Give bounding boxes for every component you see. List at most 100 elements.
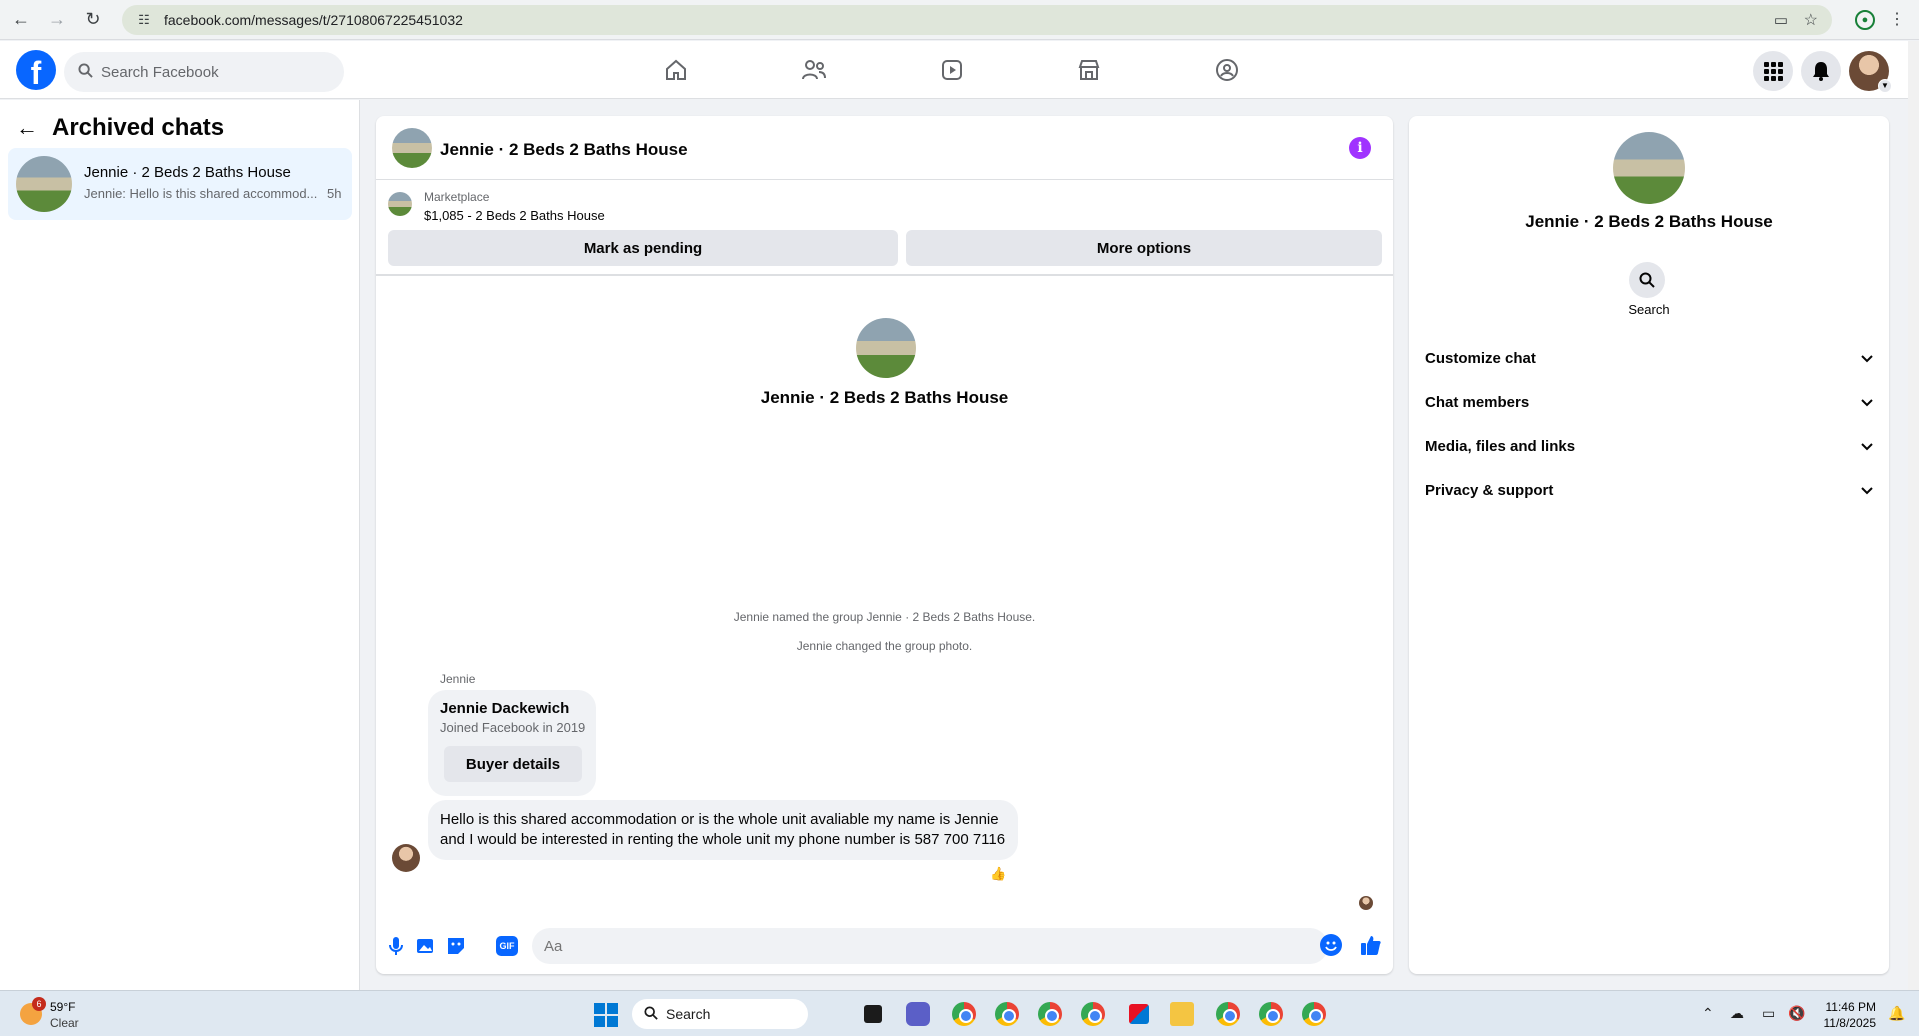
chat-preview: Jennie: Hello is this shared accommod...… [84, 186, 341, 201]
facebook-logo-icon[interactable]: f [16, 50, 56, 90]
chat-avatar [16, 156, 72, 212]
back-arrow-icon[interactable]: ← [16, 115, 38, 141]
install-app-icon[interactable]: ▭ [1774, 11, 1788, 29]
clock-time[interactable]: 11:46 PM [1820, 1000, 1876, 1014]
chevron-down-icon [1861, 482, 1873, 499]
conversation-header: Jennie · 2 Beds 2 Baths House i [376, 116, 1393, 180]
file-explorer-icon[interactable] [1170, 1002, 1194, 1026]
thumbs-up-reaction-icon[interactable]: 👍 [990, 866, 1006, 882]
chrome-profile-icon[interactable] [1216, 1002, 1240, 1026]
snipping-tool-icon[interactable] [1129, 1004, 1149, 1024]
site-settings-icon[interactable]: ☷ [130, 12, 158, 28]
taskbar-search-label: Search [666, 1006, 711, 1022]
chrome-profile-icon[interactable] [1038, 1002, 1062, 1026]
page-scrollbar[interactable] [1908, 41, 1919, 990]
browser-menu-icon[interactable]: ⋮ [1889, 9, 1905, 29]
more-options-button[interactable]: More options [906, 230, 1382, 266]
chrome-profile-icon[interactable] [1259, 1002, 1283, 1026]
menu-grid-icon[interactable] [1753, 51, 1793, 91]
browser-profile-icon[interactable]: ● [1855, 10, 1875, 30]
task-view-icon[interactable] [864, 1005, 882, 1023]
chat-list-item[interactable]: Jennie · 2 Beds 2 Baths House Jennie: He… [8, 148, 352, 220]
friends-icon[interactable] [794, 53, 834, 87]
marketplace-bar: Marketplace $1,085 - 2 Beds 2 Baths Hous… [376, 180, 1393, 276]
message-input[interactable] [532, 928, 1328, 964]
weather-temperature[interactable]: 59°F [50, 1000, 75, 1014]
info-icon[interactable]: i [1349, 137, 1371, 159]
facebook-search[interactable]: Search Facebook [64, 52, 344, 92]
like-icon[interactable] [1358, 932, 1384, 958]
video-icon[interactable] [932, 53, 972, 87]
reload-icon[interactable]: ↻ [78, 5, 108, 35]
chrome-profile-icon[interactable] [1302, 1002, 1326, 1026]
chat-preview-text: Jennie: Hello is this shared accommod... [84, 186, 318, 201]
search-icon [78, 63, 93, 81]
browser-toolbar: ← → ↻ ☷ facebook.com/messages/t/27108067… [0, 0, 1919, 40]
archived-chats-panel: ← Archived chats Jennie · 2 Beds 2 Baths… [0, 100, 360, 990]
privacy-support-section[interactable]: Privacy & support [1417, 468, 1881, 512]
section-label: Chat members [1425, 393, 1530, 411]
chrome-profile-icon[interactable] [952, 1002, 976, 1026]
volume-muted-icon[interactable]: 🔇 [1788, 1005, 1805, 1022]
message-composer: GIF [376, 924, 1393, 974]
taskbar-search[interactable]: Search [632, 999, 808, 1029]
photo-icon[interactable] [414, 934, 438, 958]
mark-as-pending-button[interactable]: Mark as pending [388, 230, 898, 266]
message-bubble[interactable]: Hello is this shared accommodation or is… [428, 800, 1018, 860]
notifications-bell-icon[interactable] [1801, 51, 1841, 91]
chevron-up-icon[interactable]: ⌃ [1702, 1005, 1714, 1022]
gif-icon[interactable]: GIF [496, 936, 518, 956]
chat-members-section[interactable]: Chat members [1417, 380, 1881, 424]
chevron-down-icon: ▼ [1878, 79, 1892, 93]
notification-center-icon[interactable]: 🔔 [1888, 1005, 1905, 1022]
section-label: Media, files and links [1425, 437, 1576, 455]
windows-start-icon[interactable] [594, 1003, 618, 1027]
sender-name: Jennie [440, 672, 476, 686]
chevron-down-icon [1861, 350, 1873, 367]
chevron-down-icon [1861, 394, 1873, 411]
conversation-avatar[interactable] [392, 128, 432, 168]
chat-info-avatar [1613, 132, 1685, 204]
archived-header: ← Archived chats [16, 114, 224, 142]
buyer-card: Jennie Dackewich Joined Facebook in 2019… [428, 690, 596, 796]
group-photo [856, 318, 916, 378]
emoji-icon[interactable] [1320, 934, 1342, 956]
conversation-title[interactable]: Jennie · 2 Beds 2 Baths House [440, 140, 688, 160]
group-name: Jennie · 2 Beds 2 Baths House [760, 388, 1009, 407]
search-placeholder: Search Facebook [101, 63, 219, 81]
chrome-profile-icon[interactable] [995, 1002, 1019, 1026]
listing-title[interactable]: $1,085 - 2 Beds 2 Baths House [424, 208, 605, 223]
system-message: Jennie changed the group photo. [796, 639, 973, 653]
home-icon[interactable] [656, 53, 696, 87]
chrome-icon[interactable] [1081, 1002, 1105, 1026]
clock-date[interactable]: 11/8/2025 [1810, 1016, 1877, 1030]
seen-avatar [1359, 896, 1373, 910]
customize-chat-section[interactable]: Customize chat [1417, 336, 1881, 380]
media-files-links-section[interactable]: Media, files and links [1417, 424, 1881, 468]
marketplace-icon[interactable] [1069, 53, 1109, 87]
section-label: Customize chat [1425, 349, 1536, 367]
forward-icon[interactable]: → [42, 5, 72, 35]
chat-time: 5h [327, 186, 342, 201]
sender-avatar[interactable] [392, 844, 420, 872]
buyer-details-button[interactable]: Buyer details [444, 746, 582, 782]
bookmark-star-icon[interactable]: ☆ [1804, 10, 1818, 30]
address-bar[interactable]: ☷ facebook.com/messages/t/27108067225451… [122, 5, 1832, 35]
cloud-offline-icon[interactable]: ☁ [1730, 1005, 1744, 1022]
weather-condition[interactable]: Clear [50, 1016, 79, 1030]
chat-info-name: Jennie · 2 Beds 2 Baths House [1525, 212, 1773, 231]
search-in-conversation-icon[interactable] [1629, 262, 1665, 298]
listing-thumbnail[interactable] [388, 192, 412, 216]
groups-icon[interactable] [1207, 53, 1247, 87]
conversation-panel: Jennie · 2 Beds 2 Baths House i Marketpl… [376, 116, 1393, 974]
buyer-name: Jennie Dackewich [440, 700, 570, 717]
microphone-icon[interactable] [384, 934, 408, 958]
search-icon [644, 1005, 658, 1023]
sticker-icon[interactable] [444, 934, 468, 958]
back-icon[interactable]: ← [6, 5, 36, 35]
chat-info-panel: Jennie · 2 Beds 2 Baths House Search Cus… [1409, 116, 1889, 974]
marketplace-label: Marketplace [424, 190, 490, 204]
network-icon[interactable]: ▭ [1762, 1005, 1775, 1022]
account-avatar[interactable]: ▼ [1849, 51, 1892, 93]
teams-icon[interactable] [906, 1002, 930, 1026]
